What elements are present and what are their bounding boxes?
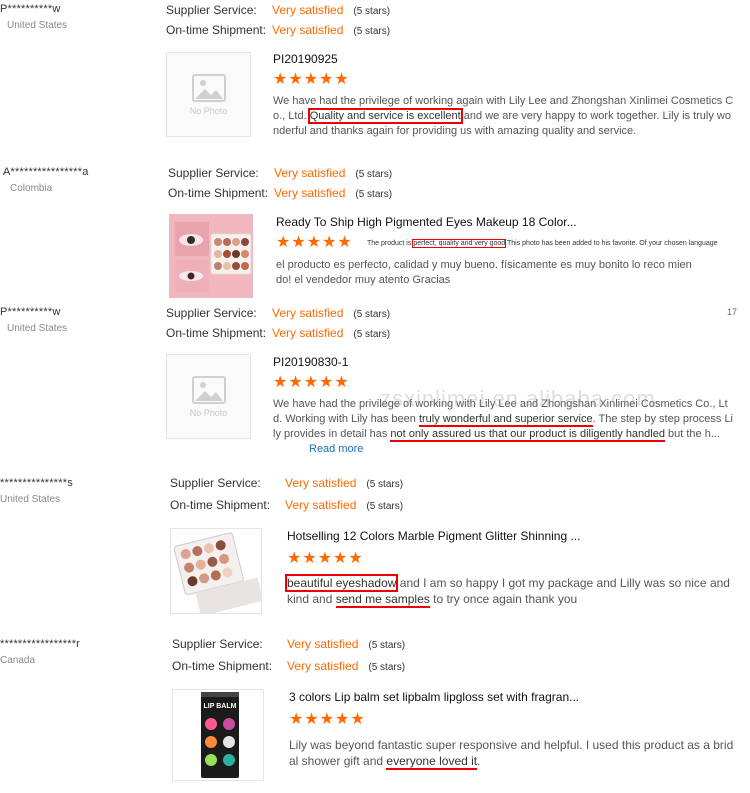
product-thumbnail[interactable] (169, 214, 253, 298)
rating-value: Very satisfied (287, 637, 359, 651)
review-text: Lily was beyond fantastic super responsi… (289, 737, 737, 770)
review-text-part: . (477, 754, 481, 768)
rating-label: Supplier Service: (166, 306, 257, 320)
translation-text: This photo has been added to his favorit… (506, 240, 718, 247)
rating-value: Very satisfied (272, 23, 344, 37)
image-placeholder-icon (191, 73, 226, 102)
rating-label: On-time Shipment: (172, 659, 273, 673)
rating-value: Very satisfied (287, 659, 359, 673)
buyer-country: United States (0, 494, 61, 505)
rating-value: Very satisfied (272, 326, 344, 340)
product-title[interactable]: Hotselling 12 Colors Marble Pigment Glit… (287, 529, 580, 543)
package-label: LIP BALM (203, 703, 237, 710)
highlight-box: perfect, quality and very good (412, 239, 507, 248)
rating-stars-text: (5 stars) (366, 501, 404, 512)
rating-value: Very satisfied (285, 476, 357, 490)
buyer-country: Colombia (10, 183, 53, 194)
rating-stars-text: (5 stars) (353, 26, 391, 37)
watermark: zsxinlimei.en.alibaba.com (380, 386, 656, 411)
buyer-name: P**********w (0, 3, 61, 15)
ontime-shipment-rating: On-time Shipment: Very satisfied (5 stars) (172, 659, 405, 673)
eyeshadow-palette-image (171, 529, 261, 613)
no-photo-label: No Photo (189, 105, 228, 116)
rating-stars-text: (5 stars) (353, 6, 391, 17)
supplier-service-rating: Supplier Service: Very satisfied (5 stars) (168, 166, 392, 180)
review-text-part: but the h... (668, 428, 721, 440)
ontime-shipment-rating: On-time Shipment: Very satisfied (5 stars) (170, 498, 403, 512)
rating-value: Very satisfied (274, 166, 346, 180)
buyer-name: P**********w (0, 306, 61, 318)
rating-stars-text: (5 stars) (366, 479, 404, 490)
rating-stars-text: (5 stars) (368, 640, 406, 651)
rating-value: Very satisfied (274, 186, 346, 200)
image-placeholder-icon (191, 375, 226, 404)
rating-label: On-time Shipment: (166, 326, 267, 340)
review-stars: ★★★★★ (273, 374, 350, 391)
ontime-shipment-rating: On-time Shipment: Very satisfied (5 stars) (166, 326, 390, 340)
supplier-service-rating: Supplier Service: Very satisfied (5 stars) (166, 306, 390, 320)
product-thumbnail[interactable]: No Photo (166, 354, 251, 439)
buyer-country: United States (7, 323, 68, 334)
supplier-service-rating: Supplier Service: Very satisfied (5 stars) (172, 637, 405, 651)
review-stars: ★★★★★ (287, 550, 364, 567)
product-thumbnail[interactable]: LIP BALM (172, 689, 264, 781)
rating-stars-text: (5 stars) (353, 329, 391, 340)
product-thumbnail[interactable]: No Photo (166, 52, 251, 137)
highlight-box: Quality and service is excellent (307, 108, 463, 124)
ontime-shipment-rating: On-time Shipment: Very satisfied (5 stars) (166, 23, 390, 37)
supplier-service-rating: Supplier Service: Very satisfied (5 stars) (170, 476, 403, 490)
rating-stars-text: (5 stars) (353, 309, 391, 320)
highlight-underline: send me samples (335, 592, 430, 608)
translation-text: The product is (367, 240, 412, 247)
rating-label: Supplier Service: (166, 3, 257, 17)
review-text-part: to try once again thank you (433, 592, 578, 606)
supplier-service-rating: Supplier Service: Very satisfied (5 stars) (166, 3, 390, 17)
buyer-name: A****************a (3, 166, 89, 178)
ontime-shipment-rating: On-time Shipment: Very satisfied (5 stars) (168, 186, 392, 200)
rating-value: Very satisfied (285, 498, 357, 512)
product-title[interactable]: Ready To Ship High Pigmented Eyes Makeup… (276, 215, 577, 229)
eyeshadow-palette-image (169, 214, 253, 298)
highlight-underline: truly wonderful and superior service (418, 413, 593, 427)
review-text: el producto es perfecto, calidad y muy b… (276, 259, 692, 286)
rating-stars-text: (5 stars) (355, 169, 393, 180)
rating-label: Supplier Service: (170, 476, 261, 490)
rating-stars-text: (5 stars) (368, 662, 406, 673)
highlight-box: beautiful eyeshadow (284, 574, 399, 592)
page-marker: 17 (727, 307, 738, 317)
rating-label: Supplier Service: (172, 637, 263, 651)
product-title[interactable]: PI20190925 (273, 52, 338, 66)
translation-note: The product is perfect, quality and very… (367, 239, 718, 248)
rating-label: On-time Shipment: (170, 498, 271, 512)
highlight-underline: everyone loved it (386, 754, 478, 770)
review-stars: ★★★★★ (289, 711, 366, 728)
buyer-name: ***************s (0, 477, 73, 489)
rating-value: Very satisfied (272, 3, 344, 17)
review-stars: ★★★★★ (273, 71, 350, 88)
rating-label: On-time Shipment: (166, 23, 267, 37)
read-more-link[interactable]: Read more (309, 443, 363, 455)
rating-stars-text: (5 stars) (355, 189, 393, 200)
review-text-part: Lily was beyond fantastic super responsi… (289, 738, 734, 768)
rating-label: On-time Shipment: (168, 186, 269, 200)
review-text: beautiful eyeshadow and I am so happy I … (284, 574, 735, 608)
buyer-name: *****************r (0, 638, 81, 650)
product-thumbnail[interactable] (170, 528, 262, 614)
highlight-underline: not only assured us that our product is … (390, 428, 665, 442)
product-title[interactable]: PI20190830-1 (273, 355, 348, 369)
buyer-country: Canada (0, 655, 36, 666)
review-text: We have had the privilege of working aga… (273, 94, 735, 139)
no-photo-label: No Photo (189, 407, 228, 418)
rating-label: Supplier Service: (168, 166, 259, 180)
rating-value: Very satisfied (272, 306, 344, 320)
product-title[interactable]: 3 colors Lip balm set lipbalm lipgloss s… (289, 690, 579, 704)
buyer-country: United States (7, 20, 68, 31)
review-stars: ★★★★★ (276, 234, 353, 251)
